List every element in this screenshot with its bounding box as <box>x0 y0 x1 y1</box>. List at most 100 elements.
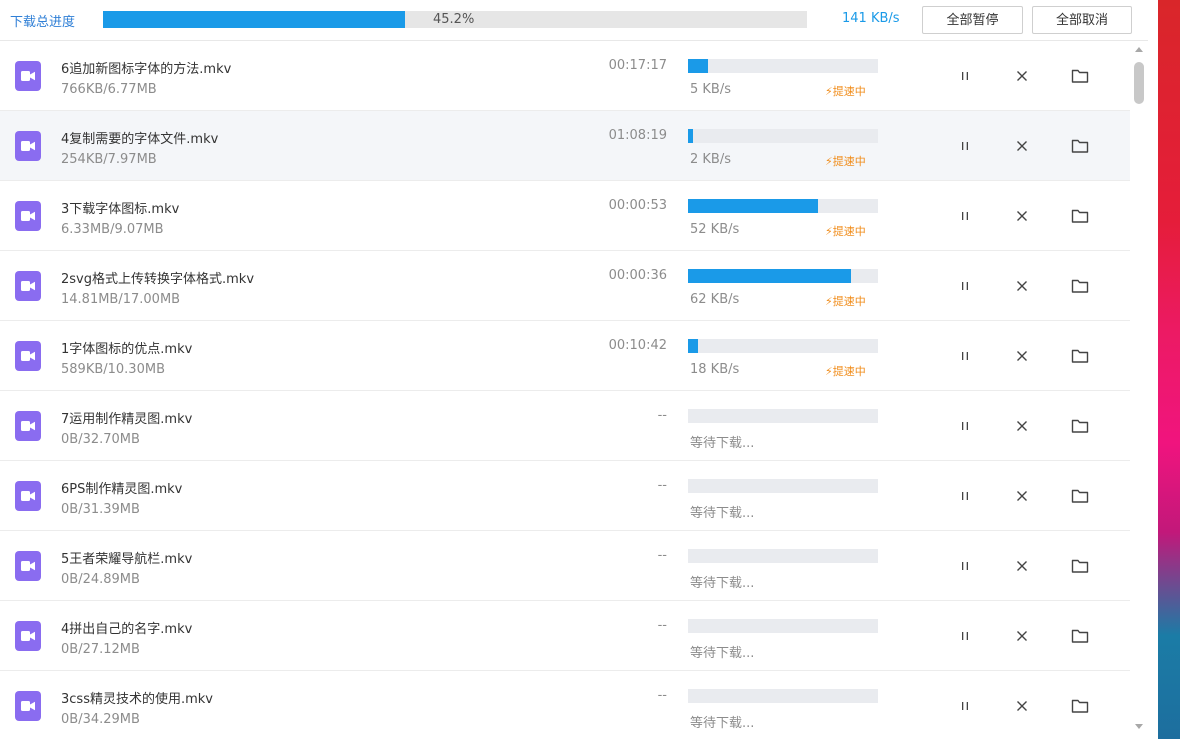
pause-button[interactable] <box>954 555 976 577</box>
close-icon <box>1017 631 1027 641</box>
download-row[interactable]: 3css精灵技术的使用.mkv 0B/34.29MB -- 等待下载... <box>0 671 1130 739</box>
open-folder-button[interactable] <box>1069 135 1091 157</box>
file-name: 5王者荣耀导航栏.mkv <box>61 552 193 567</box>
pause-button[interactable] <box>954 415 976 437</box>
pause-button[interactable] <box>954 485 976 507</box>
file-name: 6PS制作精灵图.mkv <box>61 482 183 497</box>
file-progress-track <box>688 549 878 563</box>
vertical-scrollbar[interactable] <box>1130 41 1148 739</box>
cancel-download-button[interactable] <box>1011 485 1033 507</box>
file-size: 0B/27.12MB <box>61 642 140 657</box>
pause-button[interactable] <box>954 205 976 227</box>
lightning-icon: ⚡ <box>825 85 833 98</box>
close-icon <box>1017 421 1027 431</box>
file-progress-fill <box>688 129 693 143</box>
scroll-down-arrow[interactable] <box>1135 724 1143 729</box>
open-folder-button[interactable] <box>1069 625 1091 647</box>
video-file-icon <box>15 271 41 301</box>
video-file-icon <box>15 341 41 371</box>
close-icon <box>1017 71 1027 81</box>
speed-boost-badge: ⚡提速中 <box>825 363 866 379</box>
download-row[interactable]: 3下载字体图标.mkv 6.33MB/9.07MB 00:00:53 52 KB… <box>0 181 1130 251</box>
cancel-all-button[interactable]: 全部取消 <box>1032 6 1132 34</box>
file-progress-track <box>688 689 878 703</box>
pause-icon <box>962 282 968 290</box>
scroll-up-arrow[interactable] <box>1135 47 1143 52</box>
download-speed: 5 KB/s <box>690 82 731 97</box>
download-speed: 等待下载... <box>690 506 755 521</box>
download-row[interactable]: 4复制需要的字体文件.mkv 254KB/7.97MB 01:08:19 2 K… <box>0 111 1130 181</box>
download-row[interactable]: 6PS制作精灵图.mkv 0B/31.39MB -- 等待下载... <box>0 461 1130 531</box>
pause-button[interactable] <box>954 695 976 717</box>
download-row[interactable]: 6追加新图标字体的方法.mkv 766KB/6.77MB 00:17:17 5 … <box>0 41 1130 111</box>
cancel-download-button[interactable] <box>1011 65 1033 87</box>
download-row[interactable]: 1字体图标的优点.mkv 589KB/10.30MB 00:10:42 18 K… <box>0 321 1130 391</box>
file-progress-fill <box>688 59 708 73</box>
open-folder-button[interactable] <box>1069 485 1091 507</box>
file-size: 0B/32.70MB <box>61 432 140 447</box>
pause-button[interactable] <box>954 135 976 157</box>
cancel-download-button[interactable] <box>1011 555 1033 577</box>
download-row[interactable]: 5王者荣耀导航栏.mkv 0B/24.89MB -- 等待下载... <box>0 531 1130 601</box>
open-folder-button[interactable] <box>1069 275 1091 297</box>
close-icon <box>1017 561 1027 571</box>
file-progress-track <box>688 619 878 633</box>
total-progress-label: 下载总进度 <box>10 15 76 30</box>
remaining-time: -- <box>657 618 667 633</box>
file-progress-track <box>688 339 878 353</box>
file-name: 4复制需要的字体文件.mkv <box>61 132 219 147</box>
folder-icon <box>1071 209 1089 223</box>
total-progress-track: 45.2% <box>103 11 807 28</box>
download-row[interactable]: 2svg格式上传转换字体格式.mkv 14.81MB/17.00MB 00:00… <box>0 251 1130 321</box>
open-folder-button[interactable] <box>1069 205 1091 227</box>
cancel-download-button[interactable] <box>1011 345 1033 367</box>
pause-button[interactable] <box>954 65 976 87</box>
close-icon <box>1017 351 1027 361</box>
cancel-download-button[interactable] <box>1011 625 1033 647</box>
file-progress-track <box>688 409 878 423</box>
cancel-download-button[interactable] <box>1011 695 1033 717</box>
download-speed: 2 KB/s <box>690 152 731 167</box>
folder-icon <box>1071 489 1089 503</box>
file-progress-track <box>688 479 878 493</box>
file-size: 589KB/10.30MB <box>61 362 165 377</box>
open-folder-button[interactable] <box>1069 345 1091 367</box>
cancel-download-button[interactable] <box>1011 205 1033 227</box>
total-progress-fill <box>103 11 406 28</box>
lightning-icon: ⚡ <box>825 155 833 168</box>
video-file-icon <box>15 481 41 511</box>
scroll-thumb[interactable] <box>1134 62 1144 104</box>
open-folder-button[interactable] <box>1069 695 1091 717</box>
remaining-time: -- <box>657 548 667 563</box>
close-icon <box>1017 491 1027 501</box>
open-folder-button[interactable] <box>1069 415 1091 437</box>
pause-button[interactable] <box>954 625 976 647</box>
remaining-time: -- <box>657 688 667 703</box>
file-size: 0B/34.29MB <box>61 712 140 727</box>
speed-boost-badge: ⚡提速中 <box>825 293 866 309</box>
download-manager-window: 下载总进度 45.2% 141 KB/s 全部暂停 全部取消 6追加新图标字体的… <box>0 0 1148 739</box>
cancel-download-button[interactable] <box>1011 275 1033 297</box>
cancel-download-button[interactable] <box>1011 135 1033 157</box>
pause-button[interactable] <box>954 345 976 367</box>
desktop-background <box>1158 0 1180 739</box>
folder-icon <box>1071 419 1089 433</box>
remaining-time: -- <box>657 408 667 423</box>
folder-icon <box>1071 349 1089 363</box>
pause-icon <box>962 492 968 500</box>
download-speed: 等待下载... <box>690 576 755 591</box>
video-file-icon <box>15 61 41 91</box>
open-folder-button[interactable] <box>1069 65 1091 87</box>
close-icon <box>1017 141 1027 151</box>
open-folder-button[interactable] <box>1069 555 1091 577</box>
close-icon <box>1017 281 1027 291</box>
pause-all-button[interactable]: 全部暂停 <box>922 6 1023 34</box>
speed-boost-badge: ⚡提速中 <box>825 153 866 169</box>
file-size: 254KB/7.97MB <box>61 152 157 167</box>
pause-button[interactable] <box>954 275 976 297</box>
cancel-download-button[interactable] <box>1011 415 1033 437</box>
file-size: 766KB/6.77MB <box>61 82 157 97</box>
download-row[interactable]: 4拼出自己的名字.mkv 0B/27.12MB -- 等待下载... <box>0 601 1130 671</box>
download-row[interactable]: 7运用制作精灵图.mkv 0B/32.70MB -- 等待下载... <box>0 391 1130 461</box>
remaining-time: 00:17:17 <box>608 58 667 73</box>
